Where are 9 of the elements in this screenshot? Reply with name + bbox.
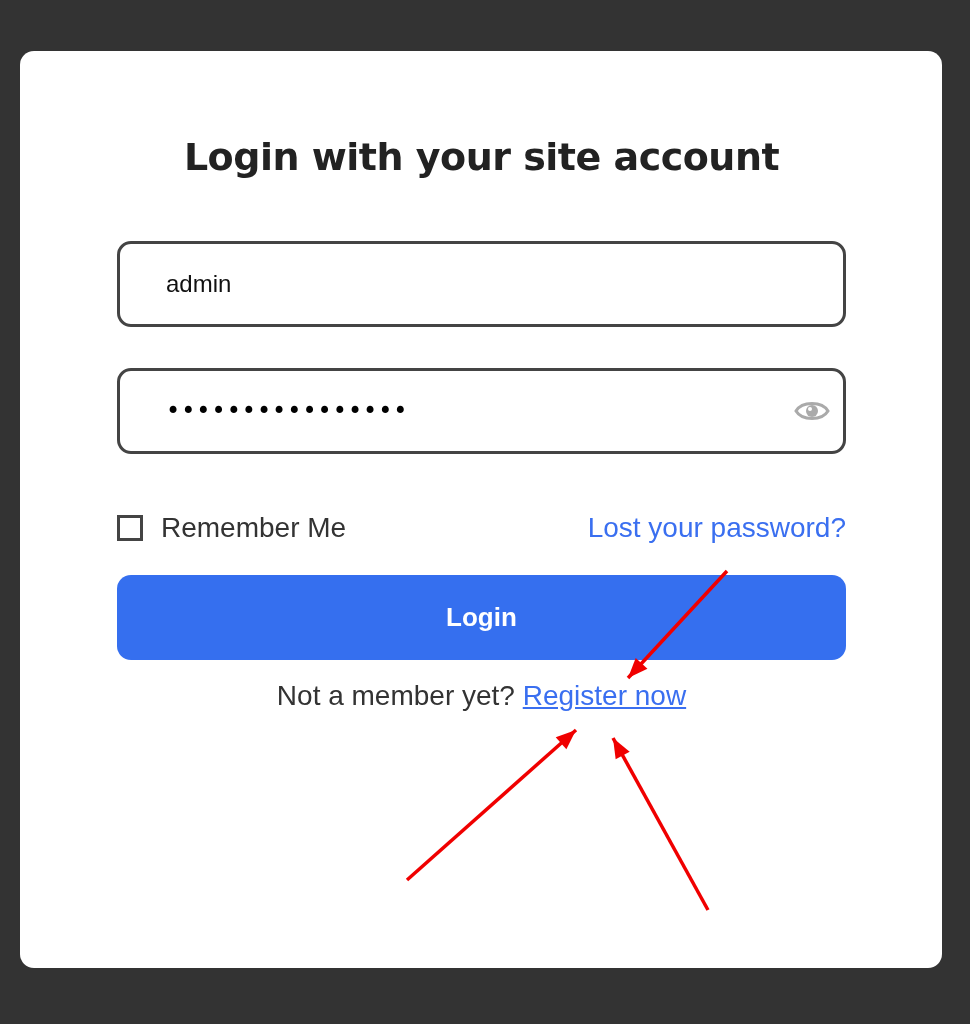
remember-checkbox[interactable]	[117, 515, 143, 541]
form-title: Login with your site account	[182, 134, 781, 181]
remember-label: Remember Me	[161, 512, 347, 544]
login-button[interactable]: Login	[117, 575, 846, 660]
password-field[interactable]: ••••••••••••••••	[117, 368, 846, 454]
register-prompt: Not a member yet?	[276, 680, 515, 711]
register-link[interactable]: Register now	[522, 680, 687, 711]
lost-password-link[interactable]: Lost your password?	[587, 512, 846, 544]
username-field[interactable]: admin	[117, 241, 846, 327]
